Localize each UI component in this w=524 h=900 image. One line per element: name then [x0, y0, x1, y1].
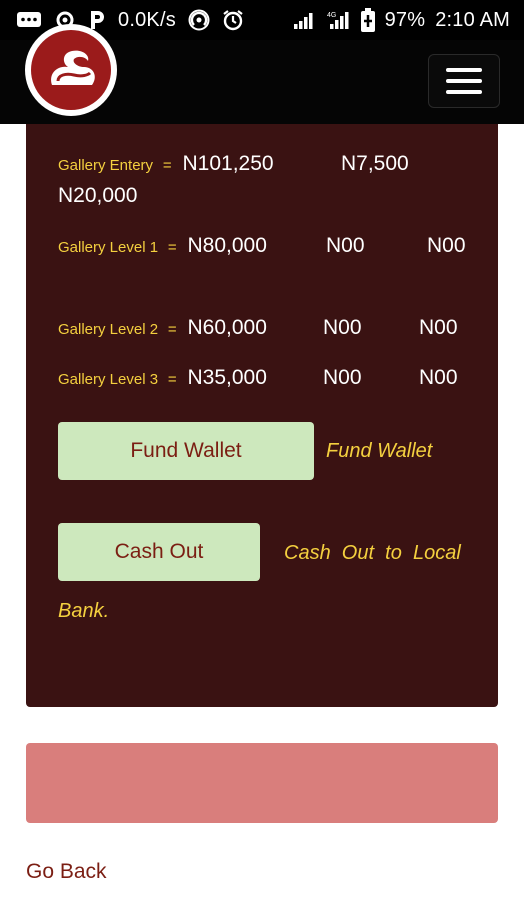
- gallery-level2-label: Gallery Level 2: [58, 321, 159, 338]
- gallery-entry-value-2: N7,500: [341, 152, 409, 175]
- gallery-level2-value-3: N00: [419, 316, 458, 339]
- equals-sign: =: [162, 157, 172, 174]
- gallery-level3-row: Gallery Level 3 = N35,000: [58, 366, 267, 390]
- hotspot-icon: [188, 9, 210, 31]
- gallery-card: Gallery Entery = N101,250 N7,500 N20,000…: [26, 124, 498, 707]
- gallery-level1-value-2: N00: [326, 234, 365, 257]
- gallery-level1-value-3: N00: [427, 234, 466, 257]
- cash-out-note: Cash Out to Local: [284, 542, 461, 564]
- gallery-level2-value-2: N00: [323, 316, 362, 339]
- gallery-entry-label: Gallery Entery: [58, 157, 154, 174]
- gallery-entry-value-1: N101,250: [182, 152, 274, 175]
- gallery-level1-label: Gallery Level 1: [58, 239, 159, 256]
- clock: 2:10 AM: [435, 8, 510, 31]
- alarm-icon: [222, 9, 244, 31]
- cash-out-button[interactable]: Cash Out: [58, 523, 260, 581]
- gallery-level3-value-2: N00: [323, 366, 362, 389]
- gallery-entry-row: Gallery Entery = N101,250: [58, 152, 274, 176]
- gallery-entry-value-3: N20,000: [58, 184, 138, 207]
- svg-text:4G: 4G: [327, 12, 336, 19]
- gallery-level2-row: Gallery Level 2 = N60,000: [58, 316, 267, 340]
- gallery-level3-value-1: N35,000: [187, 366, 267, 389]
- gallery-level3-value-3: N00: [419, 366, 458, 389]
- alert-banner: [26, 743, 498, 823]
- hamburger-menu-icon[interactable]: [428, 54, 500, 108]
- gallery-level1-value-1: N80,000: [187, 234, 267, 257]
- gallery-level1-row: Gallery Level 1 = N80,000: [58, 234, 267, 258]
- battery-level: 97%: [384, 8, 426, 31]
- equals-sign: =: [167, 321, 177, 338]
- gallery-level3-label: Gallery Level 3: [58, 371, 159, 388]
- fund-wallet-note: Fund Wallet: [326, 440, 433, 462]
- signal-icon: [293, 10, 317, 30]
- network-speed: 0.0K/s: [118, 8, 176, 31]
- brand-logo-icon[interactable]: [25, 24, 117, 116]
- signal-4g-icon: 4G: [327, 10, 351, 30]
- equals-sign: =: [167, 239, 177, 256]
- fund-wallet-button[interactable]: Fund Wallet: [58, 422, 314, 480]
- battery-icon: [360, 8, 375, 32]
- equals-sign: =: [167, 371, 177, 388]
- cash-out-note-continued: Bank.: [58, 600, 110, 622]
- go-back-link[interactable]: Go Back: [26, 860, 107, 884]
- gallery-level2-value-1: N60,000: [187, 316, 267, 339]
